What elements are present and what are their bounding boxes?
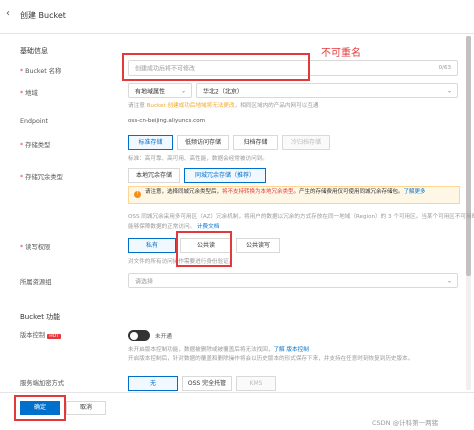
chevron-down-icon: ⌄	[446, 87, 452, 94]
versioning-hint2: 开启版本控制后，针对数据的覆盖和删除操作将会以历史版本的形式保存下来，并支持在任…	[128, 356, 414, 362]
chevron-down-icon: ⌄	[180, 87, 186, 94]
region-type-value: 有地域属性	[135, 88, 166, 95]
resource-group-placeholder: 请选择	[135, 278, 154, 285]
billing-doc-link[interactable]: 计费文档	[197, 224, 219, 230]
versioning-link[interactable]: 了解 版本控制	[273, 347, 308, 353]
resource-group-label: 所属资源组	[20, 279, 52, 286]
annotation-text: 不可重名	[321, 48, 361, 59]
versioning-toggle[interactable]	[128, 330, 150, 341]
chevron-down-icon: ⌄	[446, 277, 452, 284]
acl-private-button[interactable]: 私有	[128, 238, 176, 253]
redundancy-warning-text: 请注意，选择同城冗余类型后，将不支持转换为本地冗余类型。产生的存储费用仅可使用同…	[145, 189, 426, 195]
storage-cold-archive-button[interactable]: 冷归档存储	[282, 135, 330, 150]
storage-archive-button[interactable]: 归档存储	[233, 135, 278, 150]
encryption-oss-button[interactable]: OSS 完全托管	[182, 376, 232, 391]
bucket-name-counter: 0/63	[438, 65, 451, 71]
storage-ia-button[interactable]: 低频访问存储	[177, 135, 229, 150]
endpoint-value: oss-cn-beijing.aliyuncs.com	[128, 118, 206, 124]
redundancy-lrs-button[interactable]: 本地冗余存储	[128, 168, 180, 183]
versioning-hint1: 未开启版本控制功能，数据被删除或被覆盖后将无法找回，了解 版本控制	[128, 347, 309, 353]
versioning-label: 版本控制 HOT	[20, 332, 61, 339]
region-select[interactable]: 华北2（北京） ⌄	[196, 83, 458, 98]
region-type-select[interactable]: 有地域属性 ⌄	[128, 83, 192, 98]
warning-link[interactable]: 了解更多	[404, 189, 426, 195]
hot-badge: HOT	[47, 334, 61, 339]
warning-icon: !	[134, 191, 141, 198]
back-arrow-icon[interactable]: ‹	[6, 9, 16, 19]
section-title-features: Bucket 功能	[20, 313, 61, 321]
storage-type-label: * 存储类型	[20, 142, 51, 149]
highlight-confirm	[14, 395, 66, 421]
highlight-public-read	[176, 231, 232, 267]
region-label: * 地域	[20, 90, 38, 97]
watermark: CSDN @计科第一两猪	[372, 419, 439, 427]
resource-group-select[interactable]: 请选择 ⌄	[128, 273, 458, 288]
page-title: 创建 Bucket	[20, 11, 66, 20]
section-title-basic: 基础信息	[20, 47, 48, 55]
scrollbar-thumb[interactable]	[466, 36, 471, 276]
highlight-bucket-name	[122, 53, 310, 81]
storage-type-hint: 标准：高可靠、高可用、高性能，数据会经常被访问到。	[128, 156, 268, 162]
dialog-header: ‹ 创建 Bucket	[0, 0, 474, 34]
redundancy-hint-line2: 能够保障数据的正常访问。 计费文档	[128, 224, 220, 230]
bucket-name-label: * Bucket 名称	[20, 68, 62, 75]
redundancy-warning: ! 请注意，选择同城冗余类型后，将不支持转换为本地冗余类型。产生的存储费用仅可使…	[128, 186, 460, 204]
redundancy-zrs-button[interactable]: 同城冗余存储（推荐）	[184, 168, 266, 183]
cancel-button[interactable]: 取消	[66, 401, 106, 415]
encryption-label: 服务端加密方式	[20, 380, 65, 387]
versioning-status: 未开通	[155, 334, 172, 340]
acl-public-read-write-button[interactable]: 公共读写	[236, 238, 280, 253]
storage-standard-button[interactable]: 标准存储	[128, 135, 173, 150]
region-value: 华北2（北京）	[203, 88, 243, 95]
acl-label: * 读写权限	[20, 244, 51, 251]
redundancy-label: * 存储冗余类型	[20, 174, 63, 181]
redundancy-hint-line1: OSS 同城冗余采用多可用区（AZ）冗余机制，将用户的数据以冗余的方式存放在同一…	[128, 214, 474, 220]
region-hint: 请注意 Bucket 创建成功后地域将无法更改，相同区域内的产品内网可以互通	[128, 103, 319, 109]
endpoint-label: Endpoint	[20, 118, 49, 125]
encryption-none-button[interactable]: 无	[128, 376, 178, 391]
encryption-kms-button[interactable]: KMS	[236, 376, 276, 391]
